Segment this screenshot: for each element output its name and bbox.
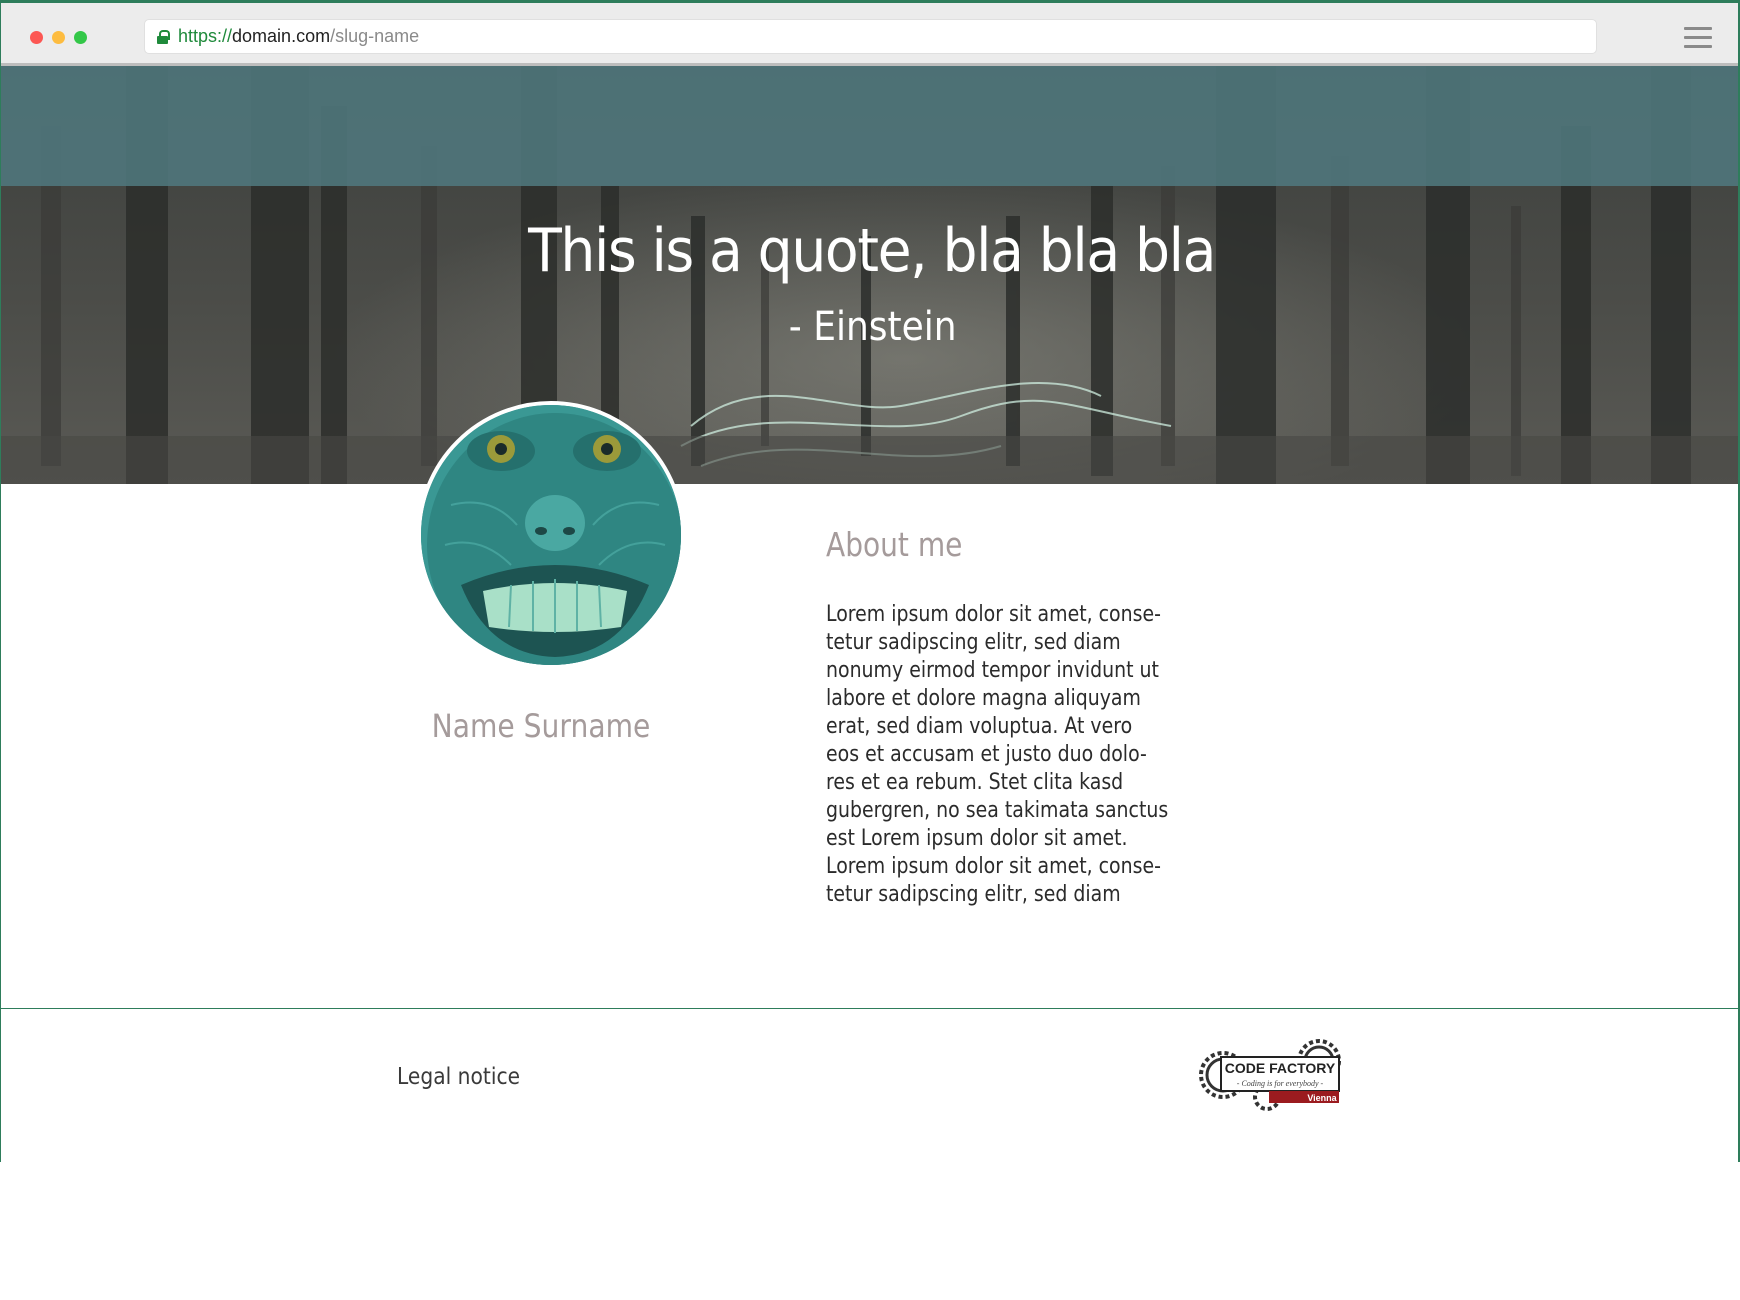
about-text: Lorem ipsum dolor sit amet, conse- tetur… (826, 601, 1169, 909)
about-line: tetur sadipscing elitr, sed diam (826, 630, 1121, 655)
about-line: tetur sadipscing elitr, sed diam (826, 882, 1121, 907)
url-domain: domain.com (232, 26, 331, 46)
about-line: erat, sed diam voluptua. At vero (826, 714, 1133, 739)
avatar (417, 401, 685, 669)
hero-color-overlay (1, 66, 1738, 186)
code-factory-logo[interactable]: CODE FACTORY - Coding is for everybody -… (1197, 1039, 1347, 1111)
url-scheme: https:// (178, 26, 233, 46)
legal-notice-link[interactable]: Legal notice (397, 1064, 520, 1090)
url-path: /slug-name (330, 26, 420, 46)
minimize-window-button[interactable] (52, 31, 65, 44)
hero-quote: This is a quote, bla bla bla (528, 216, 1216, 286)
lock-icon (157, 29, 170, 44)
footer-divider (1, 1008, 1738, 1009)
about-line: Lorem ipsum dolor sit amet, conse- (826, 602, 1161, 627)
address-bar[interactable]: https:// domain.com /slug-name (144, 19, 1597, 54)
about-line: est Lorem ipsum dolor sit amet. (826, 826, 1128, 851)
about-line: eos et accusam et justo duo dolo- (826, 742, 1147, 767)
browser-toolbar: https:// domain.com /slug-name (1, 3, 1738, 66)
logo-title: CODE FACTORY (1225, 1060, 1336, 1076)
browser-window: https:// domain.com /slug-name This is a… (0, 0, 1740, 1162)
hero-quote-author: - Einstein (788, 304, 957, 350)
profile-name: Name Surname (431, 707, 651, 745)
monkey-portrait-image (421, 405, 681, 665)
about-line: labore et dolore magna aliquyam (826, 686, 1141, 711)
maximize-window-button[interactable] (74, 31, 87, 44)
about-line: res et ea rebum. Stet clita kasd (826, 770, 1124, 795)
about-line: nonumy eirmod tempor invidunt ut (826, 658, 1159, 683)
about-line: Lorem ipsum dolor sit amet, conse- (826, 854, 1161, 879)
about-heading: About me (826, 525, 963, 564)
about-line: gubergren, no sea takimata sanctus (826, 798, 1169, 823)
hero-banner: This is a quote, bla bla bla - Einstein (1, 66, 1738, 484)
logo-tagline: - Coding is for everybody - (1237, 1079, 1324, 1088)
logo-city: Vienna (1307, 1093, 1337, 1103)
hamburger-menu-icon[interactable] (1684, 27, 1712, 49)
close-window-button[interactable] (30, 31, 43, 44)
